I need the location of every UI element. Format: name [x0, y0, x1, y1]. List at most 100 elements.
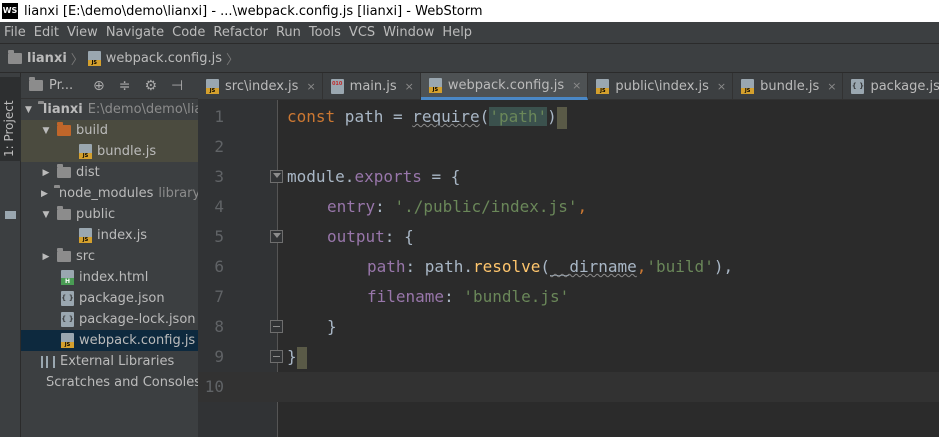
collapsed-arrow-icon[interactable]: ▶: [41, 189, 48, 199]
settings-target-icon[interactable]: ⊕: [93, 78, 105, 94]
tree-item-label: webpack.config.js: [79, 333, 196, 348]
tree-item-build[interactable]: ▼ build: [21, 120, 198, 141]
code-line: 2: [198, 132, 939, 162]
tree-item-label: node_modules: [58, 186, 154, 201]
tree-item-label: package-lock.json: [79, 312, 196, 327]
folder-icon: [57, 164, 71, 178]
expand-arrow-icon[interactable]: ▼: [25, 105, 32, 115]
tree-item-node-modules[interactable]: ▶ node_modules library root: [21, 183, 198, 204]
tree-item-package-json[interactable]: package.json: [21, 288, 198, 309]
tree-item-label: build: [76, 123, 108, 138]
close-icon[interactable]: ×: [717, 80, 726, 93]
tree-item-dist[interactable]: ▶ dist: [21, 162, 198, 183]
tree-item-label: public: [76, 207, 116, 222]
code-text: filename: 'bundle.js': [367, 287, 570, 306]
code-text: }: [287, 342, 307, 372]
code-text: output: {: [327, 227, 414, 246]
tree-item-label: package.json: [79, 291, 165, 306]
line-number: 5: [214, 227, 224, 246]
menu-help[interactable]: Help: [442, 25, 472, 40]
menu-edit[interactable]: Edit: [34, 25, 59, 40]
tree-item-index-html[interactable]: index.html: [21, 267, 198, 288]
code-line: 3 module.exports = {: [198, 162, 939, 192]
title-bar: WS lianxi [E:\demo\demo\lianxi] - ...\we…: [0, 0, 939, 22]
menu-file[interactable]: File: [4, 25, 26, 40]
breadcrumb-project[interactable]: lianxi: [27, 51, 67, 66]
tab-webpack-config-js[interactable]: webpack.config.js ×: [420, 73, 589, 100]
close-icon[interactable]: ×: [306, 80, 315, 93]
menu-vcs[interactable]: VCS: [349, 25, 375, 40]
json-file-icon: [851, 79, 865, 94]
code-line-current: 10: [198, 372, 939, 402]
expand-arrow-icon[interactable]: ▼: [41, 126, 51, 136]
tab-label: bundle.js: [760, 79, 820, 94]
tree-item-package-lock-json[interactable]: package-lock.json: [21, 309, 198, 330]
tree-item-label: bundle.js: [97, 144, 157, 159]
hide-icon[interactable]: ⊣: [171, 78, 183, 94]
folder-icon: [8, 49, 22, 64]
fold-open-icon[interactable]: [270, 170, 283, 183]
project-view-dropdown[interactable]: Pr...: [49, 78, 79, 93]
expand-arrow-icon[interactable]: ▼: [41, 210, 51, 220]
tree-item-index-js[interactable]: index.js: [21, 225, 198, 246]
breadcrumb-separator: 〉: [226, 52, 240, 68]
code-text: entry: './public/index.js',: [327, 197, 588, 216]
tab-label: public\index.js: [615, 79, 709, 94]
fold-close-icon[interactable]: [270, 350, 283, 363]
caret-highlight: [556, 106, 567, 129]
menu-window[interactable]: Window: [383, 25, 434, 40]
tree-item-src[interactable]: ▶ src: [21, 246, 198, 267]
tree-item-scratches[interactable]: Scratches and Consoles: [21, 372, 198, 393]
tree-item-bundle-js[interactable]: bundle.js: [21, 141, 198, 162]
tab-label: webpack.config.js: [447, 77, 565, 93]
folder-icon: [57, 248, 71, 262]
structure-icon[interactable]: [5, 211, 16, 219]
webstorm-logo-icon: WS: [2, 3, 18, 19]
line-number: 2: [214, 137, 224, 156]
tree-item-label: External Libraries: [60, 354, 175, 369]
tab-label: src\index.js: [225, 79, 299, 94]
tree-item-external-libraries[interactable]: External Libraries: [21, 351, 198, 372]
fold-close-icon[interactable]: [270, 320, 283, 333]
menu-refactor[interactable]: Refactor: [213, 25, 268, 40]
tab-bundle-js[interactable]: bundle.js ×: [733, 73, 844, 100]
close-icon[interactable]: ×: [405, 80, 414, 93]
library-icon: [41, 355, 55, 368]
tree-item-lianxi[interactable]: ▼ lianxi E:\demo\demo\lianxi: [21, 99, 198, 120]
menu-code[interactable]: Code: [172, 25, 205, 40]
menu-bar: File Edit View Navigate Code Refactor Ru…: [0, 22, 939, 43]
left-tool-strip: 1: Project: [0, 73, 21, 437]
folder-orange-icon: [57, 122, 71, 136]
code-line: 5 output: {: [198, 222, 939, 252]
code-line: 8 }: [198, 312, 939, 342]
json-file-icon: [61, 312, 74, 327]
navigation-bar: lianxi 〉 webpack.config.js 〉: [0, 43, 939, 73]
code-editor[interactable]: 1 const path = require('path') 2 3 modul…: [198, 100, 939, 437]
collapsed-arrow-icon[interactable]: ▶: [41, 252, 51, 262]
line-number: 3: [214, 167, 224, 186]
tab-src-index-js[interactable]: src\index.js ×: [198, 73, 323, 100]
html-file-icon: [61, 270, 74, 285]
tree-item-label: dist: [76, 165, 100, 180]
menu-tools[interactable]: Tools: [309, 25, 341, 40]
binary-file-icon: [330, 79, 344, 94]
menu-view[interactable]: View: [67, 25, 98, 40]
tab-main-js[interactable]: main.js ×: [323, 73, 421, 100]
collapse-icon[interactable]: ≑: [119, 78, 131, 94]
gear-icon[interactable]: ⚙: [144, 78, 157, 94]
tree-item-label: Scratches and Consoles: [46, 375, 198, 390]
close-icon[interactable]: ×: [572, 79, 581, 92]
close-icon[interactable]: ×: [827, 80, 836, 93]
tree-item-public[interactable]: ▼ public: [21, 204, 198, 225]
project-view-icon: [29, 77, 43, 91]
breadcrumb-file[interactable]: webpack.config.js: [106, 51, 222, 66]
collapsed-arrow-icon[interactable]: ▶: [41, 168, 51, 178]
project-tool-tab[interactable]: 1: Project: [0, 77, 21, 161]
menu-run[interactable]: Run: [276, 25, 301, 40]
tab-public-index-js[interactable]: public\index.js ×: [588, 73, 734, 100]
tree-item-webpack-config-js[interactable]: webpack.config.js: [21, 330, 198, 351]
tab-package-json[interactable]: package.json: [843, 73, 939, 100]
menu-navigate[interactable]: Navigate: [106, 25, 164, 40]
fold-open-icon[interactable]: [270, 230, 283, 243]
line-number: 7: [214, 287, 224, 306]
